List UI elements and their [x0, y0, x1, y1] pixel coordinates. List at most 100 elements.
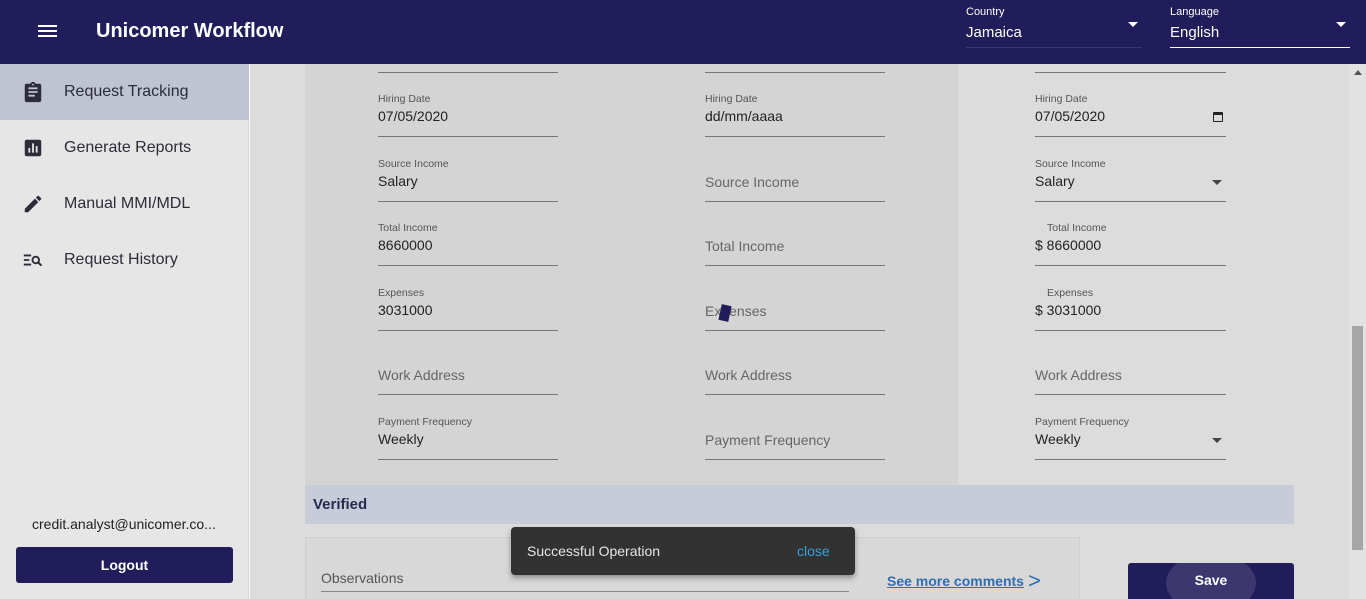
field-underline — [705, 201, 885, 202]
expenses-field[interactable]: Expenses 3031000 — [378, 287, 558, 331]
observations-input[interactable]: Observations — [321, 570, 403, 586]
work-address-field[interactable]: Work Address — [705, 351, 885, 395]
field-underline — [705, 330, 885, 331]
field-value: Weekly — [378, 431, 424, 447]
save-button-label: Save — [1194, 572, 1228, 588]
field-value: Weekly — [1035, 431, 1081, 447]
save-button[interactable]: Save — [1128, 563, 1294, 599]
field-underline — [705, 72, 885, 73]
field-label: Total Income — [1047, 222, 1107, 234]
sidebar-item-manual-mmi-mdl[interactable]: Manual MMI/MDL — [0, 176, 249, 232]
field-label: Hiring Date — [1035, 93, 1088, 105]
field-label: Source Income — [1035, 158, 1106, 170]
total-income-field[interactable]: Total Income — [705, 222, 885, 266]
logout-button[interactable]: Logout — [16, 547, 233, 583]
field-underline — [1035, 201, 1226, 202]
field-value: $ 8660000 — [1035, 237, 1102, 253]
sidebar-item-label: Request History — [64, 251, 178, 268]
scrollbar-thumb[interactable] — [1352, 326, 1363, 550]
field-placeholder: Work Address — [378, 367, 465, 383]
field-underline — [705, 394, 885, 395]
field-label: Expenses — [1047, 287, 1094, 299]
field-underline — [705, 265, 885, 266]
sidebar-item-generate-reports[interactable]: Generate Reports — [0, 120, 249, 176]
field-label: Payment Frequency — [1035, 416, 1129, 428]
chevron-down-icon — [1128, 22, 1138, 27]
field-underline — [705, 136, 885, 137]
toast-message: Successful Operation — [527, 543, 661, 559]
field-value: 07/05/2020 — [1035, 108, 1106, 124]
field-underline — [1035, 394, 1226, 395]
scroll-up-arrow-icon[interactable] — [1354, 70, 1362, 75]
hamburger-menu-icon[interactable] — [36, 22, 60, 42]
payment-frequency-field[interactable]: Payment Frequency — [705, 416, 885, 460]
field-label: Total Income — [378, 222, 438, 234]
field-placeholder: Source Income — [705, 174, 800, 190]
pencil-icon — [24, 195, 42, 213]
sidebar-item-label: Manual MMI/MDL — [64, 195, 191, 212]
verified-section-header: Verified — [305, 485, 1294, 524]
work-address-field[interactable]: Work Address — [1035, 351, 1226, 395]
field-underline — [378, 201, 558, 202]
field-label: Hiring Date — [378, 93, 431, 105]
expenses-field[interactable]: Expenses — [705, 287, 885, 331]
field-value: $ 3031000 — [1035, 302, 1102, 318]
top-app-bar: Unicomer Workflow Country Jamaica Langua… — [0, 0, 1366, 64]
total-income-field[interactable]: Total Income 8660000 — [378, 222, 558, 266]
field-label: Source Income — [378, 158, 449, 170]
field-value: Salary — [1035, 173, 1075, 189]
snackbar-toast: Successful Operation close — [511, 527, 855, 575]
language-label: Language — [1170, 6, 1219, 18]
field-value: dd/mm/aaaa — [705, 108, 783, 124]
payment-frequency-select[interactable]: Payment Frequency Weekly — [1035, 416, 1226, 460]
expenses-field[interactable]: Expenses $ 3031000 — [1035, 287, 1226, 331]
chevron-down-icon — [1336, 22, 1346, 27]
app-title: Unicomer Workflow — [96, 20, 284, 42]
work-address-field[interactable]: Work Address — [378, 351, 558, 395]
verified-title: Verified — [313, 496, 368, 513]
country-label: Country — [966, 6, 1005, 18]
field-underline — [1035, 330, 1226, 331]
field-underline — [1035, 136, 1226, 137]
sidebar-item-label: Request Tracking — [64, 83, 189, 100]
toast-close-button[interactable]: close — [797, 543, 830, 559]
field-underline — [321, 591, 849, 592]
field-placeholder: Payment Frequency — [705, 432, 831, 448]
source-income-field[interactable]: Source Income — [705, 158, 885, 202]
source-income-field[interactable]: Source Income Salary — [378, 158, 558, 202]
hiring-date-field[interactable]: Hiring Date 07/05/2020 — [378, 93, 558, 137]
sidebar-item-label: Generate Reports — [64, 139, 192, 156]
calendar-icon[interactable] — [1213, 112, 1223, 122]
see-more-comments-link[interactable]: See more comments — [887, 573, 1024, 589]
field-placeholder: Work Address — [1035, 367, 1122, 383]
user-email: credit.analyst@unicomer.co... — [32, 516, 216, 532]
chevron-down-icon — [1212, 438, 1222, 443]
field-value: 07/05/2020 — [378, 108, 449, 124]
language-select[interactable]: Language English — [1170, 4, 1350, 48]
sidebar-item-request-tracking[interactable]: Request Tracking — [0, 64, 249, 120]
sidebar-item-request-history[interactable]: Request History — [0, 232, 249, 288]
field-underline — [1035, 459, 1226, 460]
field-underline — [705, 459, 885, 460]
select-underline — [966, 47, 1142, 48]
field-underline — [378, 265, 558, 266]
chevron-down-icon — [1212, 180, 1222, 185]
payment-frequency-field[interactable]: Payment Frequency Weekly — [378, 416, 558, 460]
hiring-date-field[interactable]: Hiring Date dd/mm/aaaa — [705, 93, 885, 137]
field-label: Hiring Date — [705, 93, 758, 105]
field-underline — [378, 459, 558, 460]
vertical-scrollbar[interactable] — [1350, 64, 1366, 599]
chevron-right-icon[interactable]: > — [1028, 568, 1041, 594]
report-chart-icon — [24, 139, 42, 157]
field-value: Salary — [378, 173, 418, 189]
total-income-field[interactable]: Total Income $ 8660000 — [1035, 222, 1226, 266]
field-placeholder: Expenses — [705, 303, 767, 319]
country-select[interactable]: Country Jamaica — [966, 4, 1142, 48]
field-value: 3031000 — [378, 302, 433, 318]
field-label: Payment Frequency — [378, 416, 472, 428]
hiring-date-picker[interactable]: Hiring Date 07/05/2020 — [1035, 93, 1226, 137]
main-content: Hiring Date 07/05/2020 Source Income Sal… — [250, 64, 1350, 599]
source-income-select[interactable]: Source Income Salary — [1035, 158, 1226, 202]
field-placeholder: Total Income — [705, 238, 785, 254]
field-underline — [378, 394, 558, 395]
